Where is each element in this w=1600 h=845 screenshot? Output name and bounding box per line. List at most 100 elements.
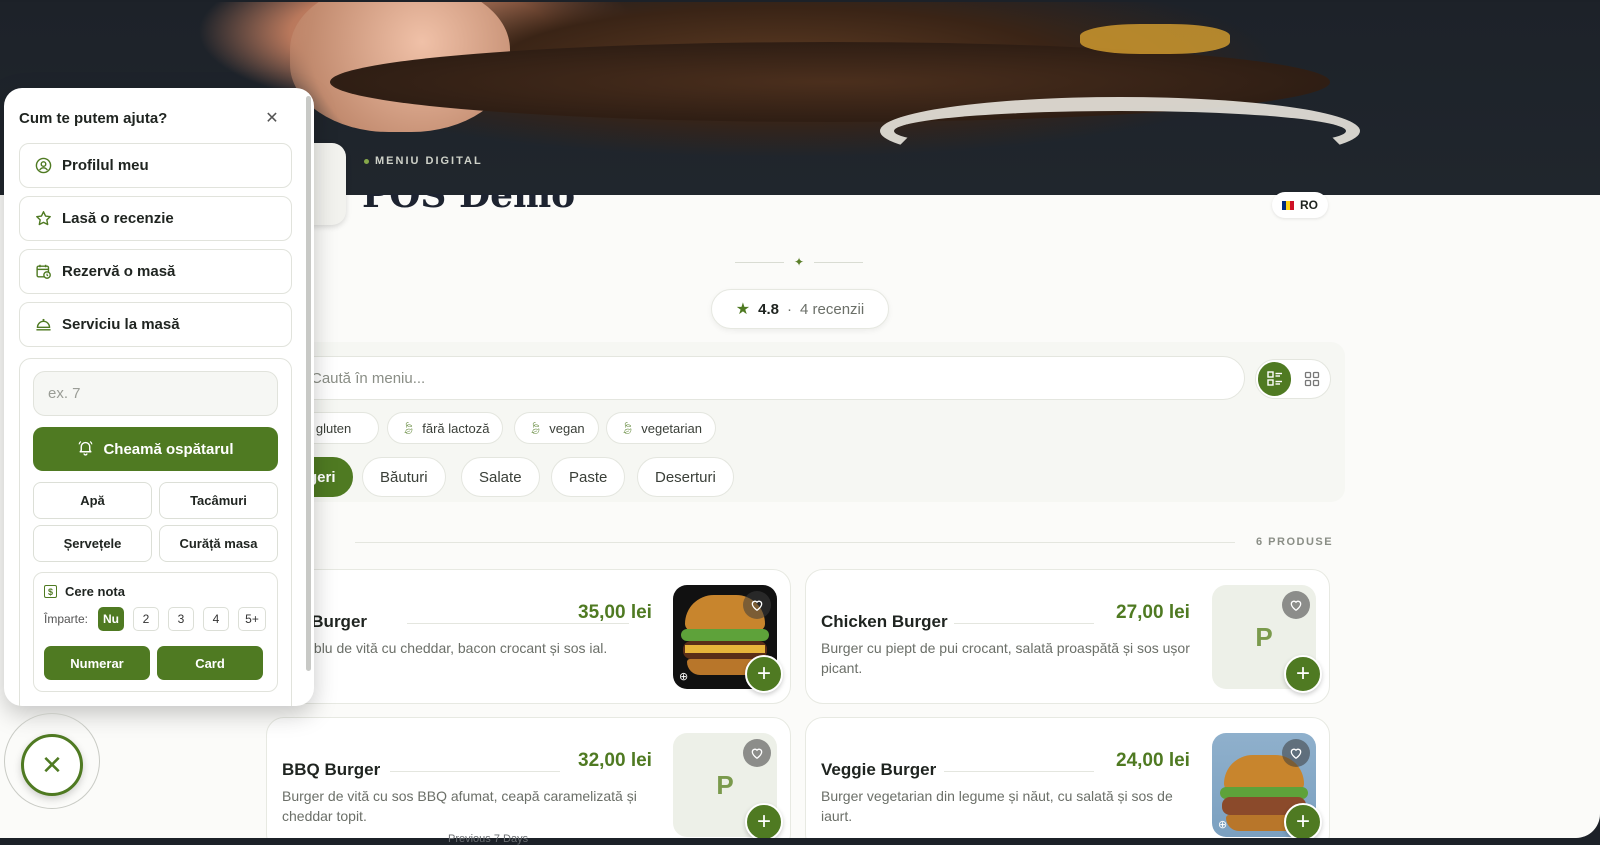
grid-icon: [1304, 371, 1319, 387]
filter-lactose-free[interactable]: 🍃︎ fără lactoză: [387, 412, 504, 444]
section-divider: [355, 542, 1235, 543]
zoom-icon[interactable]: ⊕: [679, 670, 688, 683]
call-waiter-button[interactable]: Cheamă ospătarul: [33, 427, 278, 471]
receipt-icon: $: [44, 585, 57, 598]
cloche-icon: [34, 316, 52, 333]
split-option-5plus[interactable]: 5+: [238, 607, 266, 631]
request-clean-table-button[interactable]: Curăță masa: [159, 525, 278, 562]
list-icon: [1266, 371, 1282, 386]
split-option-no[interactable]: Nu: [98, 607, 124, 631]
leaf-icon: 🍃︎: [620, 421, 636, 435]
list-view-button[interactable]: [1258, 362, 1291, 396]
option-reserve-table[interactable]: Rezervă o masă: [19, 249, 292, 294]
request-label: Șervețele: [63, 536, 122, 551]
add-to-cart-button[interactable]: +: [1284, 803, 1322, 838]
search-input[interactable]: Caută în meniu...: [290, 356, 1245, 400]
filter-vegetarian[interactable]: 🍃︎ vegetarian: [606, 412, 716, 444]
language-label: RO: [1300, 198, 1318, 212]
filter-label: vegan: [549, 420, 585, 436]
input-placeholder: ex. 7: [48, 385, 81, 402]
search-placeholder: Caută în meniu...: [311, 369, 426, 387]
product-card[interactable]: Chicken Burger 27,00 lei Burger cu piept…: [805, 569, 1330, 704]
category-desserts[interactable]: Deserturi: [637, 457, 734, 497]
close-help-button[interactable]: ✕: [21, 734, 83, 796]
rating-value: 4.8: [758, 300, 779, 318]
add-to-cart-button[interactable]: +: [745, 655, 783, 693]
heart-icon[interactable]: [1282, 739, 1310, 767]
rating-separator: ·: [787, 300, 792, 318]
placeholder-letter: P: [1255, 621, 1273, 652]
filter-label: fără lactoză: [422, 420, 490, 436]
product-card[interactable]: ble Burger 35,00 lei er dublu de vită cu…: [266, 569, 791, 704]
panel-scrollbar[interactable]: [306, 96, 311, 671]
pay-cash-label: Numerar: [70, 655, 124, 671]
split-label: Împarte:: [44, 612, 89, 626]
product-name: Chicken Burger: [821, 612, 948, 631]
category-salads[interactable]: Salate: [461, 457, 540, 497]
product-price: 35,00 lei: [578, 602, 652, 623]
close-icon: ✕: [41, 749, 63, 780]
heart-icon[interactable]: [743, 739, 771, 767]
call-waiter-label: Cheamă ospătarul: [103, 440, 234, 458]
split-option-label: 3: [177, 612, 185, 626]
heart-icon[interactable]: [743, 591, 771, 619]
help-panel: Cum te putem ajuta? ✕ Profilul meu Lasă …: [4, 88, 314, 706]
add-to-cart-button[interactable]: +: [745, 803, 783, 838]
product-name: BBQ Burger: [282, 760, 381, 779]
filter-vegan[interactable]: 🍃︎ vegan: [514, 412, 599, 444]
category-pasta[interactable]: Paste: [551, 457, 626, 497]
product-price: 24,00 lei: [1116, 750, 1190, 771]
add-to-cart-button[interactable]: +: [1284, 655, 1322, 693]
grid-view-button[interactable]: [1295, 362, 1328, 396]
pay-card-button[interactable]: Card: [157, 646, 263, 680]
leaf-icon: 🍃︎: [528, 421, 544, 435]
category-drinks[interactable]: Băuturi: [362, 457, 446, 497]
rating-badge[interactable]: ★ 4.8 · 4 recenzii: [711, 289, 889, 329]
user-circle-icon: [34, 157, 52, 174]
split-option-label: 5+: [245, 612, 259, 626]
bill-title-label: Cere nota: [65, 584, 125, 599]
category-label: Băuturi: [380, 468, 428, 486]
bill-title: $ Cere nota: [44, 584, 125, 599]
category-label: Salate: [479, 468, 522, 486]
split-option-4[interactable]: 4: [203, 607, 229, 631]
product-description: Burger vegetarian din legume și năut, cu…: [821, 788, 1173, 824]
bell-icon: [77, 439, 94, 460]
category-label: Paste: [569, 468, 608, 486]
request-napkins-button[interactable]: Șervețele: [33, 525, 152, 562]
option-label: Rezervă o masă: [62, 263, 176, 280]
option-leave-review[interactable]: Lasă o recenzie: [19, 196, 292, 241]
request-label: Tacâmuri: [190, 493, 247, 508]
request-water-button[interactable]: Apă: [33, 482, 152, 519]
split-option-label: 4: [212, 612, 220, 626]
heart-icon[interactable]: [1282, 591, 1310, 619]
table-number-input[interactable]: ex. 7: [33, 371, 278, 416]
star-icon: [34, 210, 52, 227]
request-label: Curăță masa: [179, 536, 258, 551]
request-cutlery-button[interactable]: Tacâmuri: [159, 482, 278, 519]
reviews-count: 4 recenzii: [800, 300, 865, 318]
option-label: Lasă o recenzie: [62, 210, 174, 227]
view-toggle: [1255, 359, 1331, 399]
category-label: Deserturi: [655, 468, 716, 486]
filter-label: vegetarian: [641, 420, 702, 436]
split-option-3[interactable]: 3: [168, 607, 194, 631]
split-option-2[interactable]: 2: [133, 607, 159, 631]
product-price: 27,00 lei: [1116, 602, 1190, 623]
leaf-icon: 🍃︎: [401, 421, 417, 435]
language-selector[interactable]: RO: [1272, 192, 1328, 218]
sparkle-icon: ✦: [793, 255, 805, 269]
product-description: Burger cu piept de pui crocant, salată p…: [821, 640, 1190, 676]
option-my-profile[interactable]: Profilul meu: [19, 143, 292, 188]
zoom-icon[interactable]: ⊕: [1218, 818, 1227, 831]
option-table-service[interactable]: Serviciu la masă: [19, 302, 292, 347]
product-price: 32,00 lei: [578, 750, 652, 771]
option-label: Serviciu la masă: [62, 316, 180, 333]
romania-flag-icon: [1282, 200, 1294, 210]
panel-title: Cum te putem ajuta?: [19, 110, 168, 127]
product-card[interactable]: Veggie Burger 24,00 lei Burger vegetaria…: [805, 717, 1330, 838]
calendar-clock-icon: [34, 263, 52, 280]
pay-cash-button[interactable]: Numerar: [44, 646, 150, 680]
product-card[interactable]: BBQ Burger 32,00 lei Burger de vită cu s…: [266, 717, 791, 838]
close-icon[interactable]: ✕: [262, 108, 282, 128]
